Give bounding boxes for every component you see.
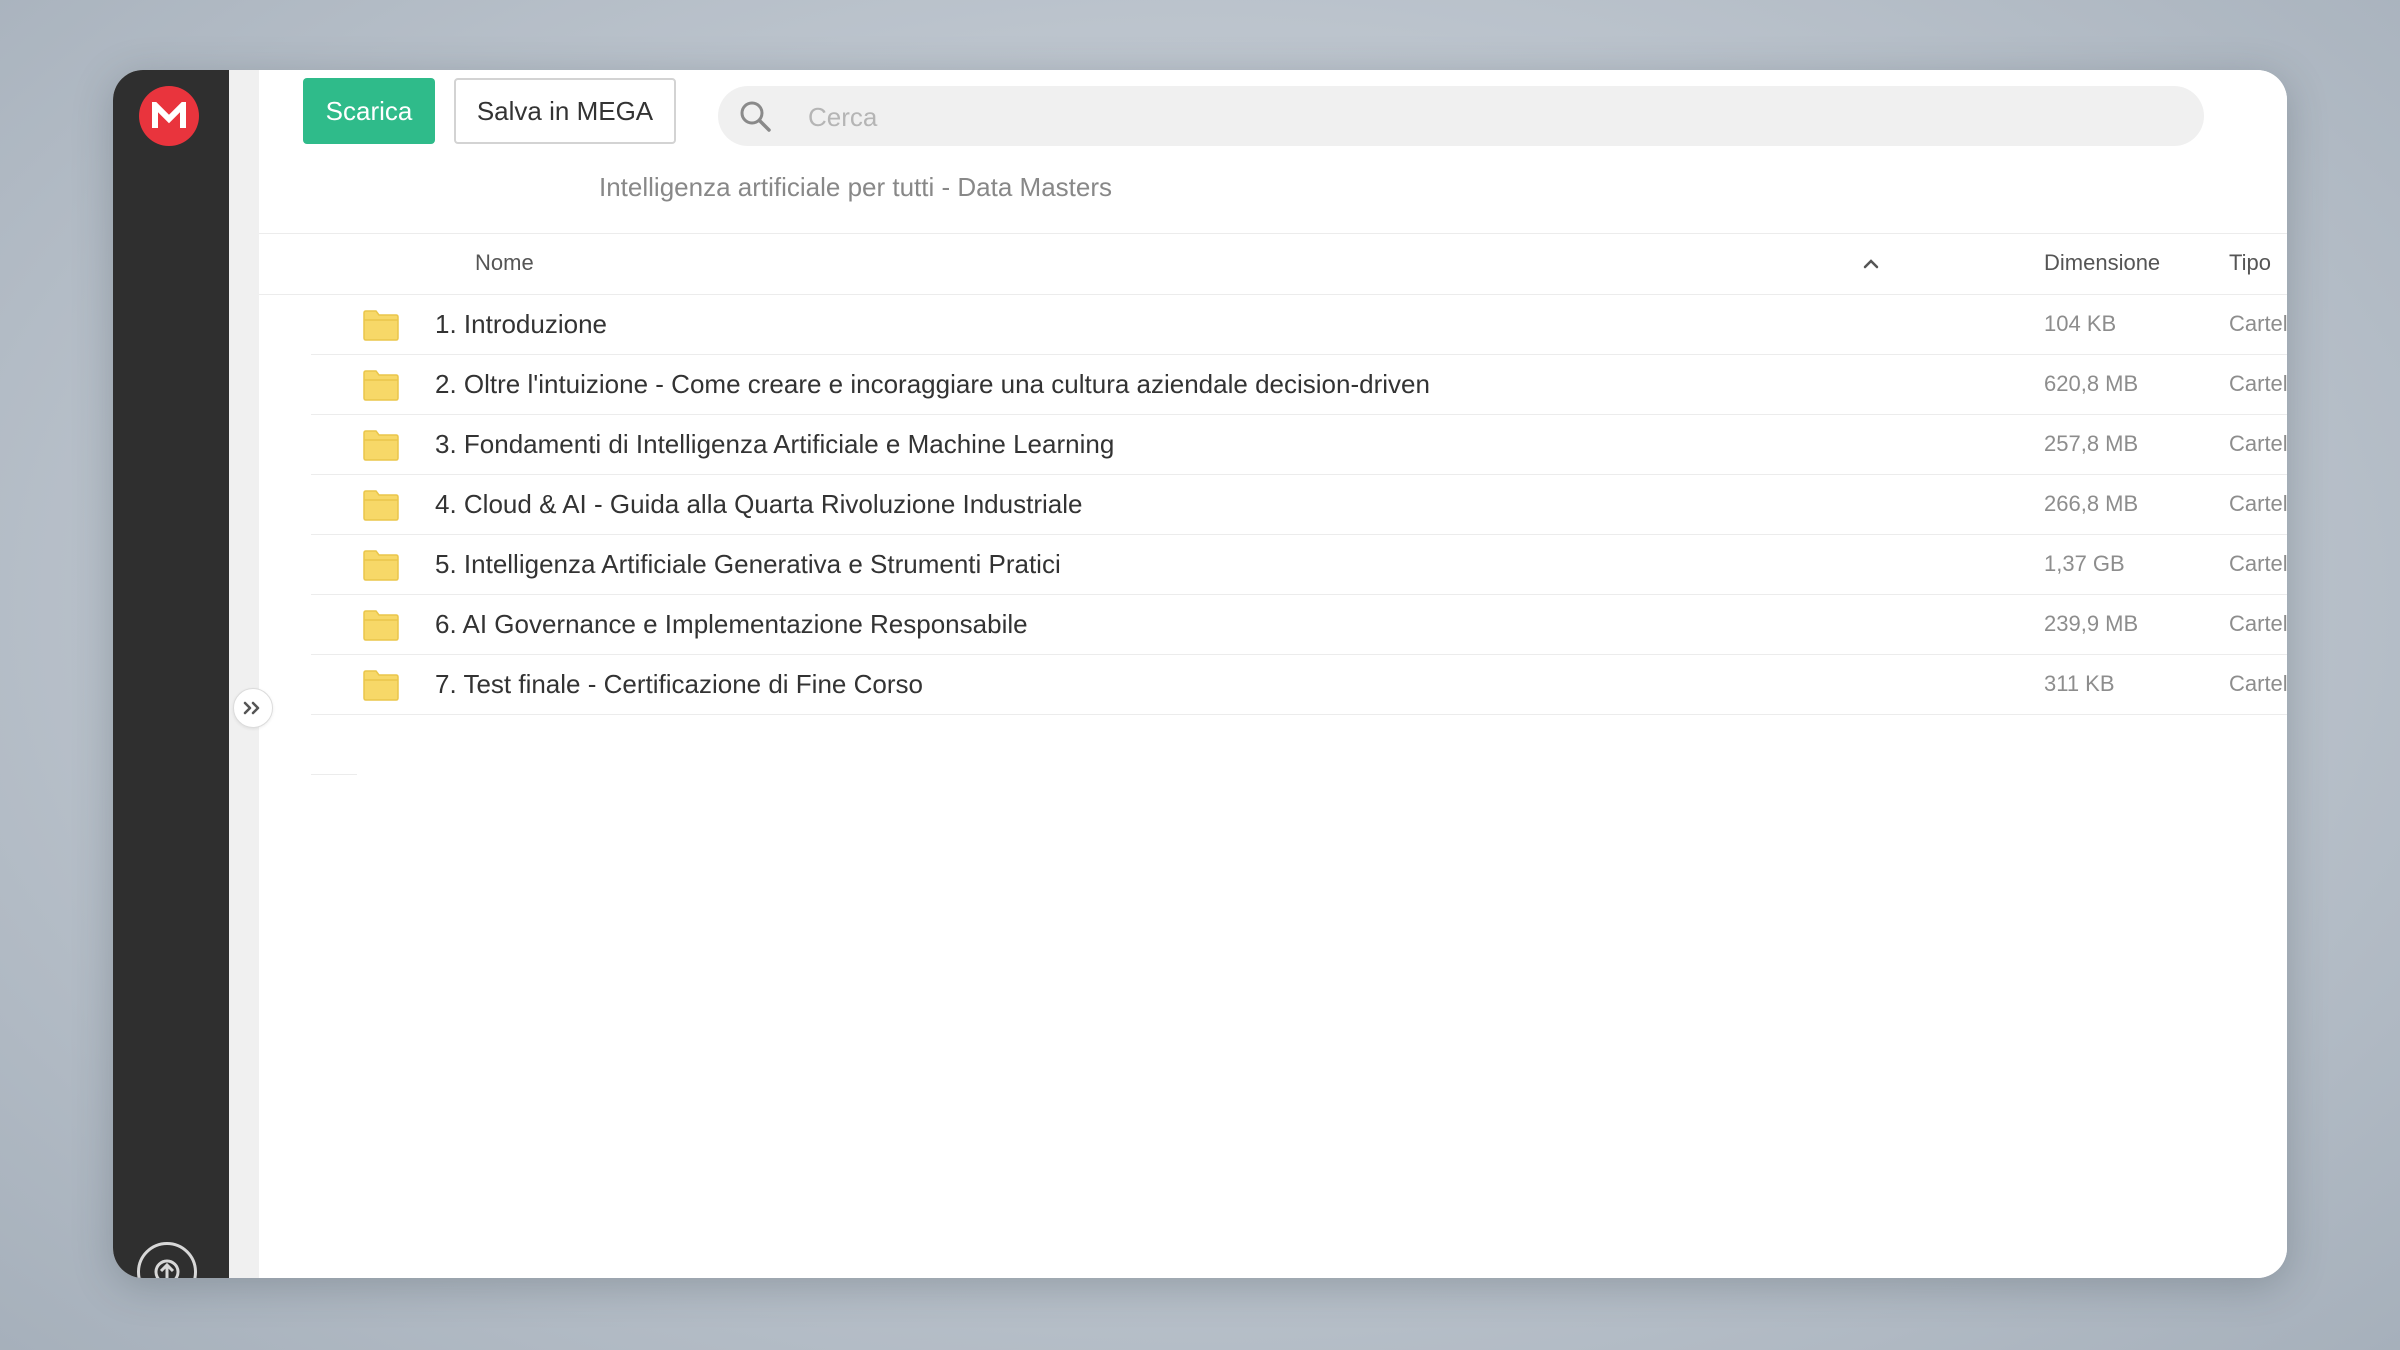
- save-to-mega-button[interactable]: Salva in MEGA: [454, 78, 676, 144]
- folder-icon: [363, 369, 399, 401]
- table-row[interactable]: 4. Cloud & AI - Guida alla Quarta Rivolu…: [311, 475, 2287, 535]
- mega-logo-icon[interactable]: [139, 86, 199, 146]
- sidebar: [113, 70, 229, 1278]
- search-icon: [738, 99, 772, 133]
- file-name: 4. Cloud & AI - Guida alla Quarta Rivolu…: [435, 489, 1083, 519]
- double-chevron-right-icon: [243, 701, 260, 715]
- file-name: 7. Test finale - Certificazione di Fine …: [435, 669, 923, 699]
- file-type: Cartella: [2229, 671, 2287, 696]
- table-row[interactable]: 2. Oltre l'intuizione - Come creare e in…: [311, 355, 2287, 415]
- file-name: 1. Introduzione: [435, 309, 608, 339]
- file-name: 3. Fondamenti di Intelligenza Artificial…: [435, 429, 1115, 459]
- breadcrumb[interactable]: Intelligenza artificiale per tutti - Dat…: [599, 172, 1112, 203]
- chevron-up-icon[interactable]: [1861, 254, 1881, 274]
- column-header-size[interactable]: Dimensione: [2044, 234, 2160, 292]
- folder-icon: [363, 429, 399, 461]
- file-size: 266,8 MB: [2044, 491, 2139, 516]
- table-row[interactable]: 5. Intelligenza Artificiale Generativa e…: [311, 535, 2287, 595]
- main-content: Scarica Salva in MEGA Intelligenza artif…: [259, 70, 2287, 1278]
- table-header: Nome Dimensione Tipo: [259, 234, 2287, 295]
- file-size: 257,8 MB: [2044, 431, 2139, 456]
- table-row-empty: [311, 715, 357, 775]
- file-type: Cartella: [2229, 551, 2287, 576]
- table-row[interactable]: 1. Introduzione 104 KB Cartella: [311, 295, 2287, 355]
- file-type: Cartella: [2229, 491, 2287, 516]
- folder-icon: [363, 549, 399, 581]
- folder-icon: [363, 489, 399, 521]
- search-input[interactable]: [806, 86, 2170, 148]
- file-table: Nome Dimensione Tipo 1. Introduzione 104 …: [259, 234, 2287, 775]
- mega-window: Scarica Salva in MEGA Intelligenza artif…: [113, 70, 2287, 1278]
- sidebar-gutter: [229, 70, 259, 1278]
- file-size: 239,9 MB: [2044, 611, 2139, 636]
- file-size: 311 KB: [2044, 671, 2115, 696]
- table-body: 1. Introduzione 104 KB Cartella 2. Oltre l'…: [259, 295, 2287, 715]
- folder-icon: [363, 309, 399, 341]
- column-header-name[interactable]: Nome: [475, 234, 534, 292]
- file-size: 104 KB: [2044, 311, 2117, 336]
- file-type: Cartella: [2229, 371, 2287, 396]
- file-type: Cartella: [2229, 311, 2287, 336]
- folder-icon: [363, 669, 399, 701]
- file-size: 1,37 GB: [2044, 551, 2125, 576]
- search-bar: [718, 86, 2204, 148]
- file-name: 6. AI Governance e Implementazione Respo…: [435, 609, 1028, 639]
- table-row[interactable]: 7. Test finale - Certificazione di Fine …: [311, 655, 2287, 715]
- file-type: Cartella: [2229, 611, 2287, 636]
- file-name: 2. Oltre l'intuizione - Come creare e in…: [435, 369, 1430, 399]
- column-header-type[interactable]: Tipo: [2229, 234, 2271, 292]
- file-size: 620,8 MB: [2044, 371, 2139, 396]
- upload-icon[interactable]: [137, 1242, 197, 1278]
- file-name: 5. Intelligenza Artificiale Generativa e…: [435, 549, 1061, 579]
- table-row[interactable]: 6. AI Governance e Implementazione Respo…: [311, 595, 2287, 655]
- expand-sidebar-button[interactable]: [233, 688, 273, 728]
- download-button[interactable]: Scarica: [303, 78, 435, 144]
- file-type: Cartella: [2229, 431, 2287, 456]
- table-row[interactable]: 3. Fondamenti di Intelligenza Artificial…: [311, 415, 2287, 475]
- folder-icon: [363, 609, 399, 641]
